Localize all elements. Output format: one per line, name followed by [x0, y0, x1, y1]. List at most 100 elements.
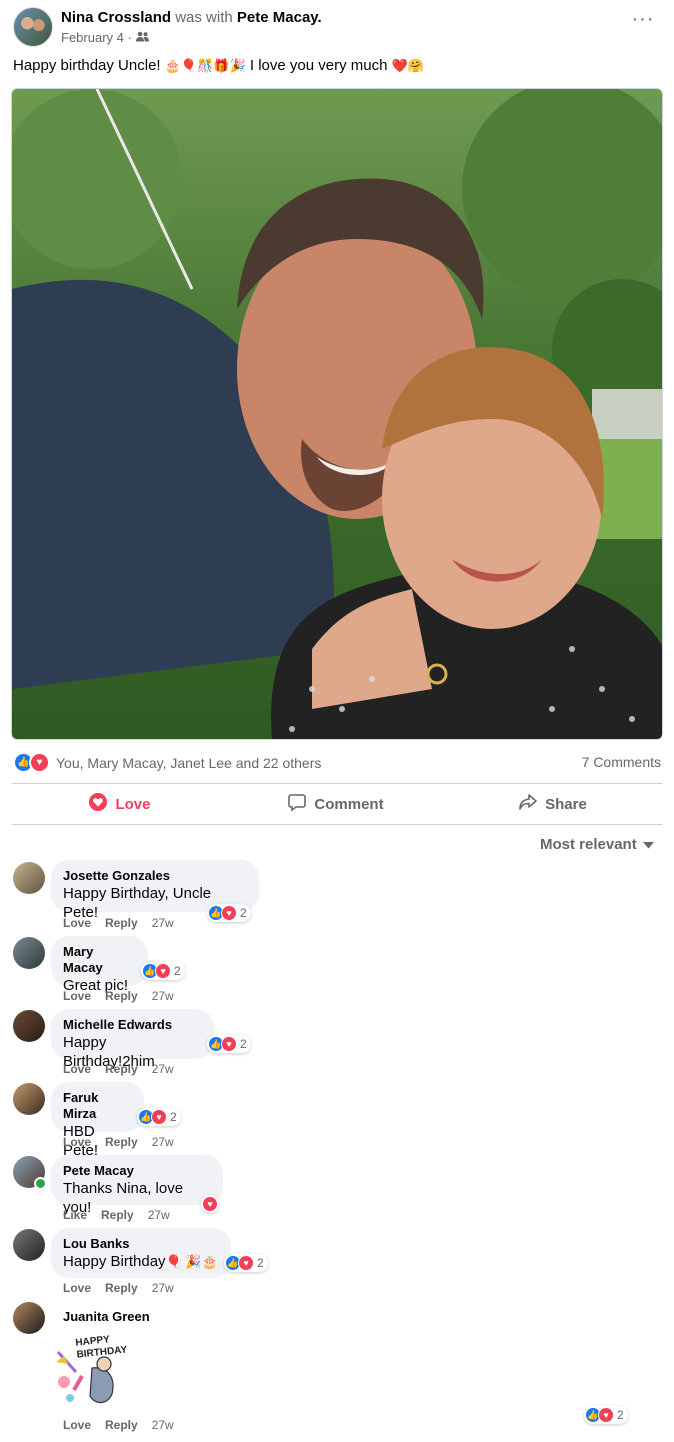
- post-meta: February 4 ·: [61, 30, 149, 45]
- comment-reactions[interactable]: 👍 ♥ 2: [224, 1254, 268, 1272]
- post-text-tail-emojis: ❤️🤗: [391, 58, 424, 73]
- comment-actions: Love Reply 27w: [63, 916, 174, 930]
- post-text-emojis: 🎂🎈🎊🎁🎉: [164, 58, 246, 73]
- reaction-count: 2: [240, 906, 247, 920]
- share-icon: [519, 793, 537, 815]
- comment-reactions[interactable]: 👍 ♥ 2: [141, 962, 185, 980]
- comment-reply-link[interactable]: Reply: [105, 916, 138, 930]
- comment-reply-link[interactable]: Reply: [105, 1418, 138, 1432]
- comment-love-link[interactable]: Love: [63, 1418, 91, 1432]
- comment-time[interactable]: 27w: [152, 1418, 174, 1432]
- comment-label: Comment: [314, 795, 384, 813]
- comment-actions: Like Reply 27w: [63, 1208, 170, 1222]
- commenter-avatar[interactable]: [13, 862, 45, 894]
- love-reaction-icon: ♥: [238, 1255, 254, 1271]
- comment-reactions[interactable]: 👍 ♥ 2: [584, 1406, 628, 1424]
- caret-down-icon: [642, 836, 654, 853]
- more-options-button[interactable]: ···: [630, 9, 656, 34]
- with-text: was with: [175, 9, 233, 26]
- commenter-avatar[interactable]: [13, 1083, 45, 1115]
- reaction-count: 2: [617, 1408, 624, 1422]
- post-text-main: Happy birthday Uncle!: [13, 57, 161, 74]
- author-name[interactable]: Nina Crossland: [61, 9, 171, 26]
- reaction-count: 2: [240, 1037, 247, 1051]
- comment-time[interactable]: 27w: [152, 916, 174, 930]
- comment-reactions[interactable]: 👍 ♥ 2: [207, 904, 251, 922]
- commenter-avatar[interactable]: [13, 1229, 45, 1261]
- commenter-name[interactable]: Mary Macay: [63, 944, 136, 976]
- comment-time[interactable]: 27w: [152, 1062, 174, 1076]
- comment-text-main: Happy Birthday: [63, 1253, 166, 1270]
- comment-bubble: Mary Macay Great pic!: [51, 936, 148, 994]
- birthday-sticker[interactable]: HAPPY BIRTHDAY: [52, 1332, 130, 1410]
- comment-icon: [288, 793, 307, 815]
- comment-bubble: Michelle Edwards Happy Birthday!2him: [51, 1009, 214, 1070]
- comment-love-link[interactable]: Love: [63, 916, 91, 930]
- love-reaction-icon: ♥: [598, 1407, 614, 1423]
- post-date[interactable]: February 4 ·: [61, 30, 132, 45]
- commenter-name[interactable]: Pete Macay: [63, 1163, 211, 1179]
- commenter-name[interactable]: Michelle Edwards: [63, 1017, 202, 1033]
- love-reaction-icon: ♥: [221, 905, 237, 921]
- love-reaction-icon: ♥: [155, 963, 171, 979]
- author-avatar[interactable]: [13, 7, 53, 47]
- share-label: Share: [545, 795, 587, 813]
- comment-reply-link[interactable]: Reply: [105, 1062, 138, 1076]
- comment-time[interactable]: 27w: [152, 989, 174, 1003]
- divider-bottom: [12, 824, 662, 825]
- love-reaction-icon: ♥: [29, 752, 50, 773]
- comment-time[interactable]: 27w: [152, 1281, 174, 1295]
- comment-actions: Love Reply 27w: [63, 1281, 174, 1295]
- love-button[interactable]: Love: [12, 786, 228, 822]
- heart-icon: [89, 793, 108, 815]
- comment-time[interactable]: 27w: [148, 1208, 170, 1222]
- commenter-name[interactable]: Lou Banks: [63, 1236, 219, 1252]
- comment-love-link[interactable]: Love: [63, 1135, 91, 1149]
- reactions-text: You, Mary Macay, Janet Lee and 22 others: [56, 754, 322, 771]
- comment-like-link[interactable]: Like: [63, 1208, 87, 1222]
- comment-love-link[interactable]: Love: [63, 1062, 91, 1076]
- comment-bubble: Pete Macay Thanks Nina, love you!: [51, 1155, 223, 1216]
- reaction-count: 2: [170, 1110, 177, 1124]
- commenter-name[interactable]: Josette Gonzales: [63, 868, 247, 884]
- comment-bubble: Lou Banks Happy Birthday🎈 🎉🎂: [51, 1228, 231, 1278]
- divider-top: [12, 783, 662, 784]
- post-photo[interactable]: [11, 88, 663, 740]
- commenter-avatar[interactable]: [13, 1010, 45, 1042]
- share-button[interactable]: Share: [444, 786, 662, 822]
- comment-text: Happy Birthday🎈 🎉🎂: [63, 1252, 219, 1271]
- comment-reply-link[interactable]: Reply: [105, 1135, 138, 1149]
- comment-time[interactable]: 27w: [152, 1135, 174, 1149]
- commenter-name[interactable]: Juanita Green: [63, 1309, 150, 1325]
- love-label: Love: [115, 795, 151, 813]
- post-text-tail: I love you very much: [249, 57, 388, 74]
- sort-label: Most relevant: [540, 836, 637, 853]
- sort-dropdown[interactable]: Most relevant: [540, 836, 654, 853]
- reactions-summary[interactable]: 👍 ♥ You, Mary Macay, Janet Lee and 22 ot…: [13, 752, 321, 773]
- comment-bubble: Faruk Mirza HBD Pete!: [51, 1082, 144, 1159]
- commenter-name[interactable]: Faruk Mirza: [63, 1090, 132, 1122]
- commenter-avatar[interactable]: [13, 1302, 45, 1334]
- reaction-count: 2: [257, 1256, 264, 1270]
- comment-reactions[interactable]: ♥: [201, 1195, 219, 1213]
- love-reaction-icon: ♥: [221, 1036, 237, 1052]
- love-reaction-icon: ♥: [202, 1196, 218, 1212]
- comments-count[interactable]: 7 Comments: [560, 754, 661, 770]
- friends-audience-icon: [135, 30, 149, 45]
- comment-love-link[interactable]: Love: [63, 1281, 91, 1295]
- comment-button[interactable]: Comment: [228, 786, 444, 822]
- comment-reply-link[interactable]: Reply: [101, 1208, 134, 1222]
- love-reaction-icon: ♥: [151, 1109, 167, 1125]
- tagged-name[interactable]: Pete Macay.: [237, 9, 322, 26]
- comment-reply-link[interactable]: Reply: [105, 1281, 138, 1295]
- comment-actions: Love Reply 27w: [63, 1062, 174, 1076]
- comment-reply-link[interactable]: Reply: [105, 989, 138, 1003]
- comment-actions: Love Reply 27w: [63, 989, 174, 1003]
- reaction-count: 2: [174, 964, 181, 978]
- comment-reactions[interactable]: 👍 ♥ 2: [137, 1108, 181, 1126]
- comment-actions: Love Reply 27w: [63, 1135, 174, 1149]
- comment-reactions[interactable]: 👍 ♥ 2: [207, 1035, 251, 1053]
- comment-love-link[interactable]: Love: [63, 989, 91, 1003]
- commenter-avatar[interactable]: [13, 937, 45, 969]
- post-text: Happy birthday Uncle! 🎂🎈🎊🎁🎉 I love you v…: [13, 57, 424, 74]
